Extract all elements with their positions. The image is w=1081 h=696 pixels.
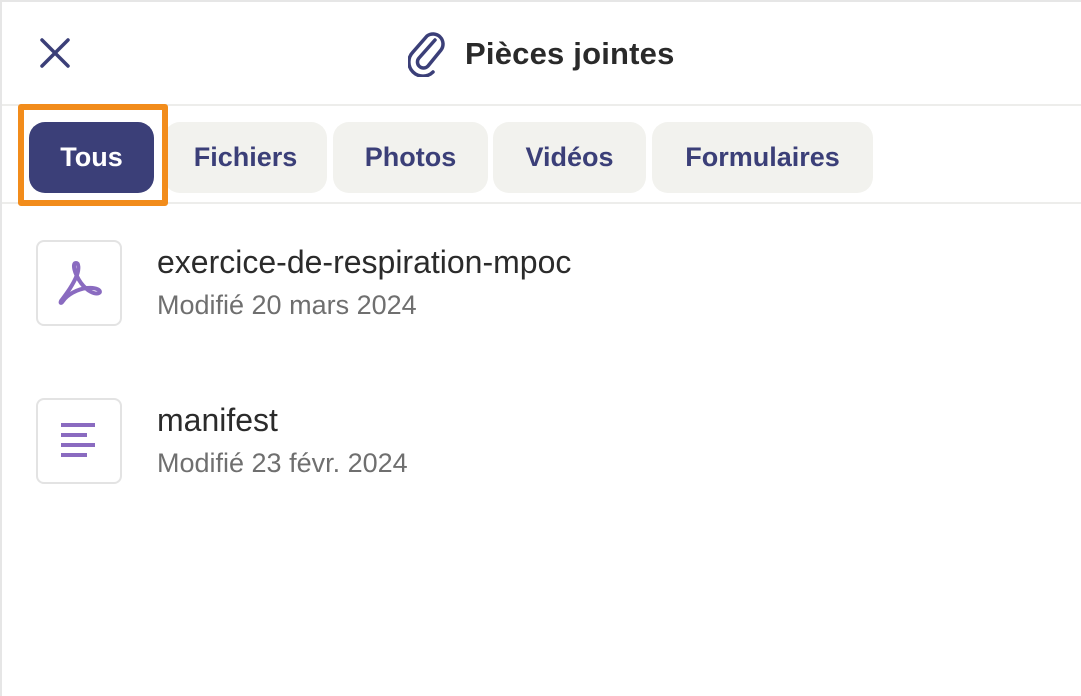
filter-tabs: Tous Fichiers Photos Vidéos Formulaires [2,106,1081,204]
pdf-icon [58,261,102,305]
paperclip-icon [407,30,449,78]
attachments-panel: Pièces jointes Tous Fichiers Photos Vidé… [0,0,1081,696]
tab-fichiers[interactable]: Fichiers [164,122,327,193]
page-title: Pièces jointes [465,36,675,71]
tab-tous[interactable]: Tous [29,122,154,193]
text-document-icon [61,423,95,457]
file-name: exercice-de-respiration-mpoc [157,244,572,280]
file-name: manifest [157,402,278,438]
header-title-group: Pièces jointes [407,30,675,78]
close-icon [40,38,70,68]
file-modified-date: Modifié 20 mars 2024 [157,290,417,320]
tab-photos[interactable]: Photos [333,122,488,193]
tab-formulaires[interactable]: Formulaires [652,122,873,193]
file-icon-box [36,398,122,484]
list-item[interactable]: exercice-de-respiration-mpoc Modifié 20 … [36,240,1036,330]
file-icon-box [36,240,122,326]
tab-videos[interactable]: Vidéos [493,122,646,193]
header: Pièces jointes [2,2,1081,106]
file-modified-date: Modifié 23 févr. 2024 [157,448,408,478]
list-item[interactable]: manifest Modifié 23 févr. 2024 [36,398,1036,488]
close-button[interactable] [32,30,78,76]
